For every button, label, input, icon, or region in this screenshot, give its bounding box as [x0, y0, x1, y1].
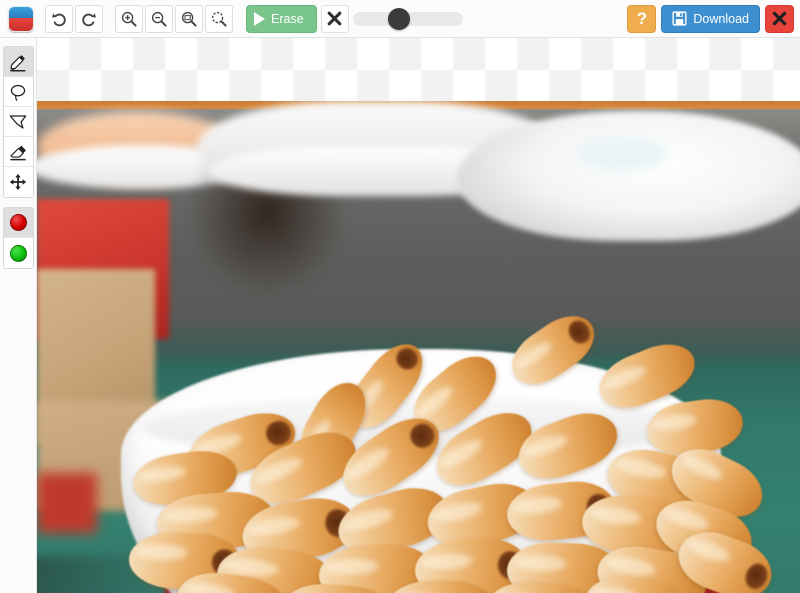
sidebar-item-keep-marker[interactable]: Keep [3, 238, 33, 268]
polygon-select-icon [9, 114, 27, 129]
sidebar-item-marker[interactable]: Marker [3, 47, 33, 77]
app-window: Undo Redo Zoom In [0, 0, 800, 593]
slider-knob[interactable] [387, 7, 410, 30]
redo-button[interactable]: Redo [75, 4, 103, 33]
sidebar-item-remove-marker[interactable]: Remove [3, 208, 33, 238]
top-toolbar: Undo Redo Zoom In [0, 0, 800, 38]
tool-sidebar: Marker Lasso Polygon [0, 38, 37, 593]
move-arrows-icon [9, 173, 27, 191]
close-button[interactable]: Close [765, 4, 794, 33]
erase-button-label: Erase [271, 11, 304, 26]
image-canvas[interactable]: checkerboard Plate of fried spring rolls… [37, 38, 800, 593]
floppy-disk-icon [672, 11, 687, 26]
brush-size-slider[interactable]: Brush Size 40 [352, 5, 463, 33]
workspace: Marker Lasso Polygon [0, 38, 800, 593]
help-button[interactable]: ? [627, 4, 657, 33]
undo-button[interactable]: Undo [45, 4, 73, 33]
logo-bottom-half [9, 17, 33, 31]
sidebar-item-polygon[interactable]: Polygon [3, 107, 33, 137]
sidebar-item-move[interactable]: Move [3, 167, 33, 197]
photo-plate-highlight [577, 137, 667, 171]
zoom-out-button[interactable]: Zoom Out [145, 4, 173, 33]
redo-arrow-icon [82, 12, 96, 26]
help-button-label: ? [636, 8, 648, 28]
zoom-fit-icon [211, 11, 227, 27]
sidebar-item-lasso[interactable]: Lasso [3, 77, 33, 107]
clear-button[interactable]: Clear [320, 4, 349, 33]
tool-group-markers: Remove Keep [2, 207, 34, 269]
play-triangle-icon [254, 11, 265, 26]
download-button[interactable]: Download [661, 4, 760, 33]
canvas-pattern-label: checkerboard [37, 38, 38, 39]
zoom-in-icon [121, 11, 137, 27]
zoom-actual-size-icon [181, 11, 197, 27]
zoom-fit-button[interactable]: Fit to Screen [205, 4, 233, 33]
app-logo-icon[interactable] [8, 5, 34, 32]
logo-top-half [9, 6, 33, 18]
erase-button[interactable]: Erase [246, 4, 317, 33]
x-mark-icon [327, 11, 342, 26]
undo-arrow-icon [52, 12, 66, 26]
eraser-icon [10, 145, 26, 160]
sidebar-item-eraser[interactable]: Eraser [3, 137, 33, 167]
green-dot-icon [9, 244, 27, 262]
close-x-icon [772, 11, 787, 26]
photo-spring-rolls[interactable]: Plate of fried spring rolls in a white b… [37, 101, 800, 593]
marker-pen-icon [10, 54, 26, 71]
zoom-button-group: Zoom In Zoom Out Actual Size [114, 4, 234, 33]
photo-red-accent [37, 473, 97, 533]
red-dot-icon [9, 214, 27, 231]
photo-plate-right [457, 111, 800, 241]
lasso-loop-icon [10, 84, 26, 101]
zoom-in-button[interactable]: Zoom In [115, 4, 143, 33]
zoom-actual-size-button[interactable]: Actual Size [175, 4, 203, 33]
history-button-group: Undo Redo [44, 4, 104, 33]
zoom-out-icon [151, 11, 167, 27]
download-button-label: Download [693, 11, 749, 26]
tool-group-primary: Marker Lasso Polygon [2, 46, 34, 198]
